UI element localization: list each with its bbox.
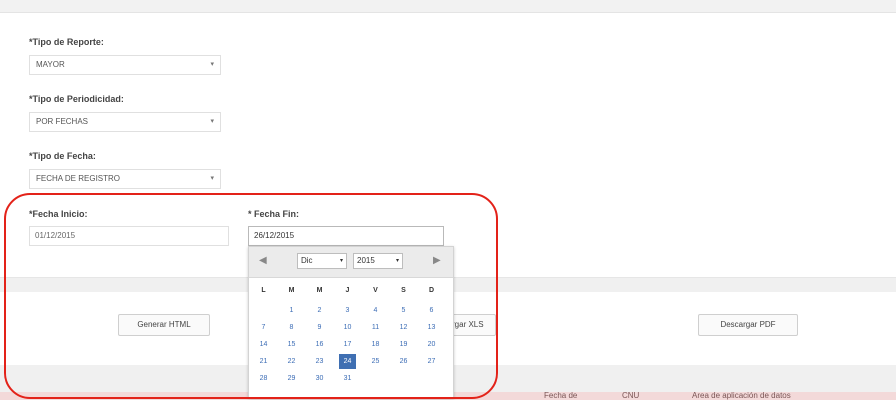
tipo-periodicidad-label: *Tipo de Periodicidad: (29, 94, 124, 104)
chevron-down-icon: ▾ (210, 175, 214, 182)
col-header-area: Area de aplicación de datos (692, 391, 791, 400)
top-bar (0, 0, 896, 13)
col-header-cnu: CNU (622, 391, 640, 400)
tipo-fecha-value: FECHA DE REGISTRO (36, 174, 121, 183)
tipo-fecha-label: *Tipo de Fecha: (29, 151, 96, 161)
tipo-reporte-label: *Tipo de Reporte: (29, 37, 104, 47)
tipo-periodicidad-value: POR FECHAS (36, 117, 89, 126)
col-header-fecha: Fecha de (544, 391, 578, 400)
red-highlight-outline (4, 193, 498, 399)
tipo-fecha-select[interactable]: FECHA DE REGISTRO ▾ (29, 169, 221, 189)
descargar-pdf-button[interactable]: Descargar PDF (698, 314, 798, 336)
chevron-down-icon: ▾ (210, 118, 214, 125)
tipo-reporte-value: MAYOR (36, 60, 65, 69)
tipo-periodicidad-select[interactable]: POR FECHAS ▾ (29, 112, 221, 132)
chevron-down-icon: ▾ (210, 61, 214, 68)
tipo-reporte-select[interactable]: MAYOR ▾ (29, 55, 221, 75)
